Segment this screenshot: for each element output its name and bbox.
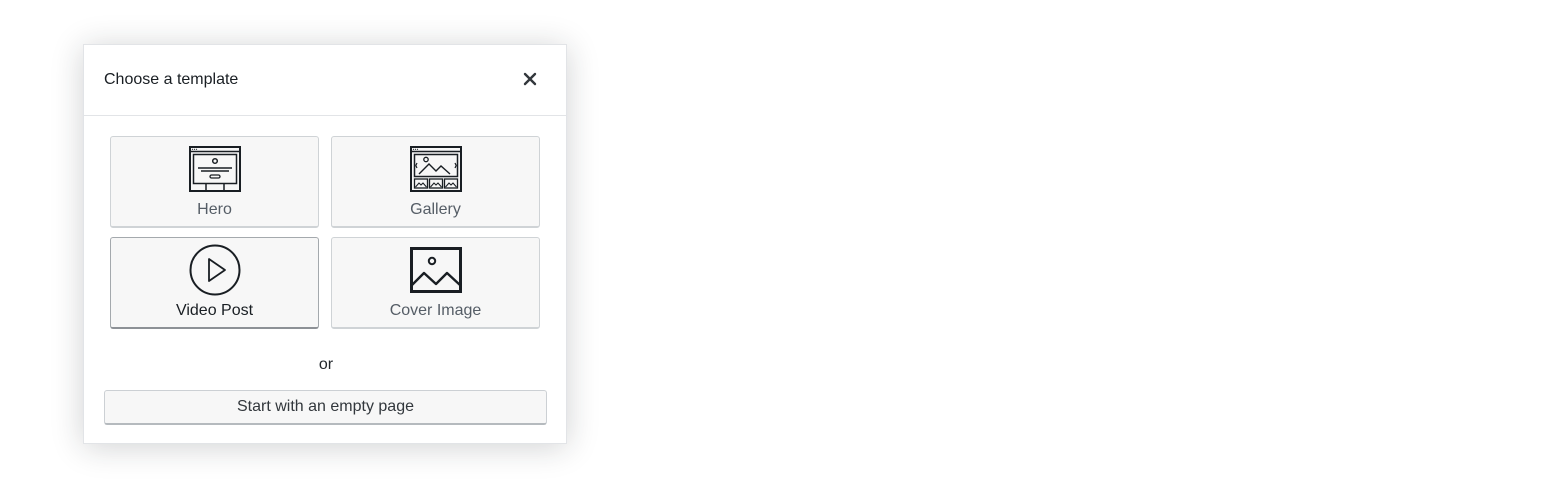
- template-label: Video Post: [175, 302, 254, 319]
- play-circle-icon: [189, 244, 241, 296]
- template-label: Cover Image: [389, 302, 482, 319]
- template-cover-image[interactable]: Cover Image: [331, 237, 540, 329]
- empty-page-button[interactable]: Start with an empty page: [104, 390, 547, 425]
- template-gallery[interactable]: Gallery: [331, 136, 540, 228]
- modal-title: Choose a template: [104, 71, 239, 88]
- close-icon: [522, 71, 538, 90]
- image-icon: [409, 246, 462, 294]
- close-button[interactable]: [512, 62, 548, 98]
- template-video-post[interactable]: Video Post: [110, 237, 319, 329]
- modal-header: Choose a template: [84, 45, 566, 116]
- template-hero[interactable]: Hero: [110, 136, 319, 228]
- template-label: Gallery: [410, 201, 461, 218]
- or-divider: or: [318, 356, 334, 373]
- template-modal: Choose a template Hero Gallery Video Pos…: [83, 44, 567, 444]
- gallery-layout-icon: [409, 145, 462, 193]
- template-label: Hero: [197, 201, 232, 218]
- template-grid: Hero Gallery Video Post Cover Image: [110, 136, 542, 329]
- hero-layout-icon: [188, 145, 241, 193]
